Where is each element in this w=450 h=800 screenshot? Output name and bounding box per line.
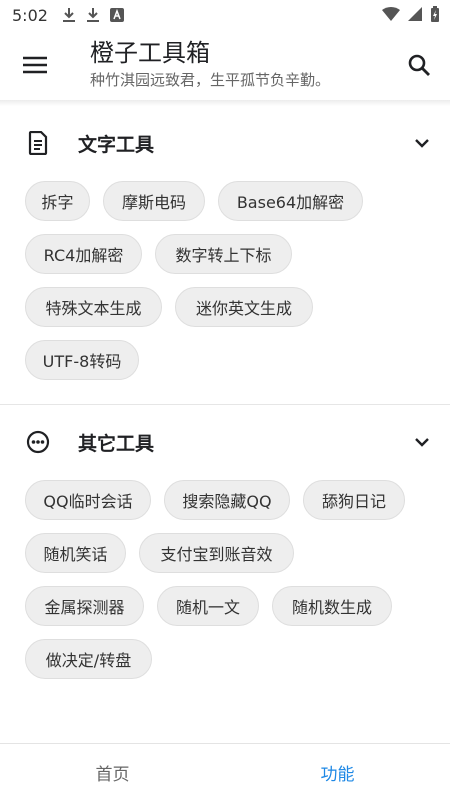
- app-subtitle: 种竹淇园远致君，生平孤节负辛勤。: [90, 71, 331, 89]
- tool-chip[interactable]: RC4加解密: [25, 234, 142, 274]
- app-bar-shadow: [0, 100, 450, 106]
- menu-button[interactable]: [18, 50, 52, 80]
- tool-chip[interactable]: 摩斯电码: [103, 181, 205, 221]
- tool-chip[interactable]: 支付宝到账音效: [139, 533, 294, 573]
- tool-chip[interactable]: Base64加解密: [218, 181, 363, 221]
- download-icon: [62, 8, 75, 22]
- section-title: 文字工具: [78, 134, 155, 156]
- app-bar: 橙子工具箱 种竹淇园远致君，生平孤节负辛勤。: [0, 30, 450, 100]
- tool-chip[interactable]: 金属探测器: [25, 586, 144, 626]
- app-title: 橙子工具箱: [90, 39, 210, 67]
- cellular-signal-icon: [408, 7, 422, 21]
- download-icon: [86, 8, 99, 22]
- battery-charging-icon: [431, 6, 439, 22]
- section-divider: [0, 404, 450, 405]
- tool-chip[interactable]: UTF-8转码: [25, 340, 139, 380]
- nav-item-home[interactable]: 首页: [0, 744, 225, 800]
- section-text-tools: 文字工具 拆字 摩斯电码 Base64加解密 RC4加解密 数字转上下标 特殊文…: [0, 113, 450, 380]
- tool-chip[interactable]: 随机一文: [157, 586, 259, 626]
- document-icon: [28, 131, 48, 155]
- section-header[interactable]: 文字工具: [0, 113, 450, 173]
- wifi-icon: [382, 7, 400, 21]
- menu-icon: [23, 56, 47, 74]
- tool-chip[interactable]: 随机数生成: [272, 586, 392, 626]
- tool-chip[interactable]: 拆字: [25, 181, 90, 221]
- tool-chip[interactable]: 搜索隐藏QQ: [164, 480, 290, 520]
- tool-chip[interactable]: 舔狗日记: [303, 480, 405, 520]
- chevron-down-icon[interactable]: [412, 133, 432, 153]
- tool-chip[interactable]: 特殊文本生成: [25, 287, 162, 327]
- tool-chip[interactable]: 随机笑话: [25, 533, 126, 573]
- status-time: 5:02: [12, 5, 48, 25]
- tool-chip[interactable]: 做决定/转盘: [25, 639, 152, 679]
- section-other-tools: 其它工具 QQ临时会话 搜索隐藏QQ 舔狗日记 随机笑话 支付宝到账音效 金属探…: [0, 412, 450, 679]
- nav-item-functions[interactable]: 功能: [225, 744, 450, 800]
- more-circle-icon: [26, 430, 50, 454]
- chevron-down-icon[interactable]: [412, 432, 432, 452]
- app-notification-icon: [109, 8, 124, 22]
- search-button[interactable]: [402, 50, 436, 80]
- bottom-navigation: 首页 功能: [0, 743, 450, 800]
- status-bar: 5:02: [0, 0, 450, 30]
- tool-chip[interactable]: QQ临时会话: [25, 480, 151, 520]
- search-icon: [408, 54, 430, 76]
- tool-chip[interactable]: 数字转上下标: [155, 234, 292, 274]
- section-header[interactable]: 其它工具: [0, 412, 450, 472]
- section-title: 其它工具: [78, 433, 155, 455]
- tool-chip[interactable]: 迷你英文生成: [175, 287, 313, 327]
